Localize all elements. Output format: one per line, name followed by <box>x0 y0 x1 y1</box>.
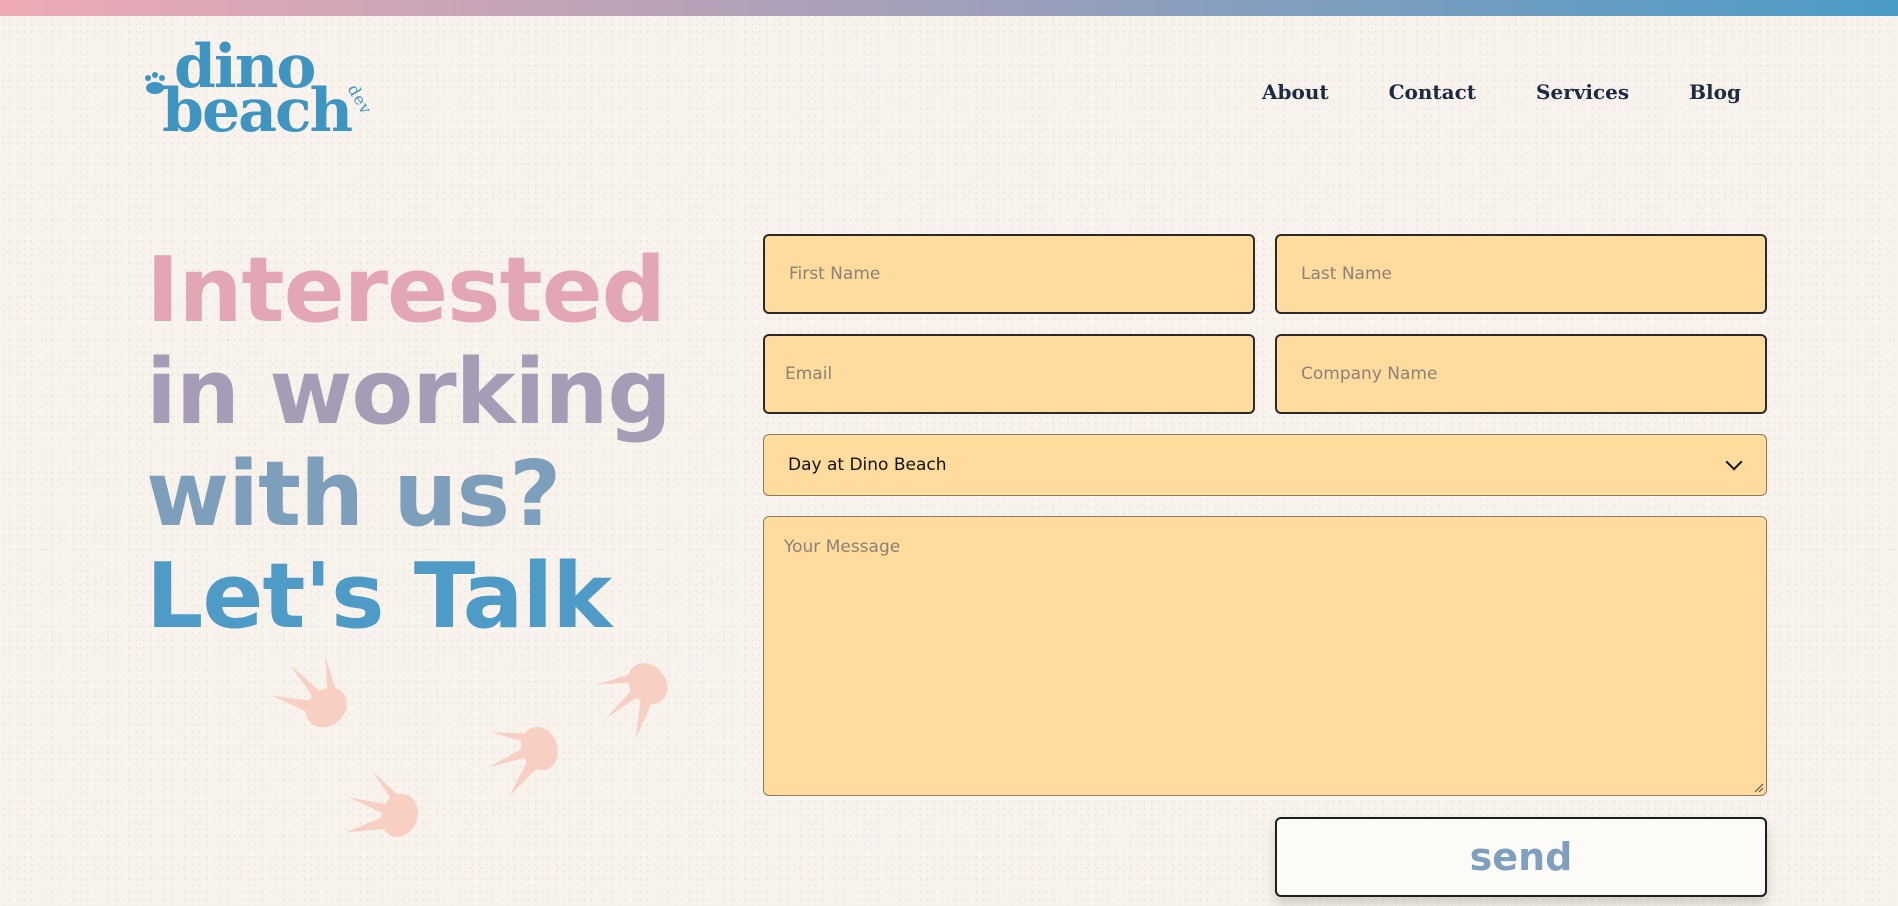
headline-line-1: Interested <box>146 238 666 343</box>
nav-about[interactable]: About <box>1262 80 1329 104</box>
headline-line-4: Let's Talk <box>146 544 612 649</box>
main-nav: About Contact Services Blog <box>1262 80 1741 104</box>
last-name-input[interactable]: Last Name <box>1275 234 1767 314</box>
company-name-input[interactable]: Company Name <box>1275 334 1767 414</box>
service-select-value: Day at Dino Beach <box>788 455 947 475</box>
footprint-icon <box>346 771 418 837</box>
headline-line-3: with us? <box>146 442 561 547</box>
footprint-icon <box>488 727 558 796</box>
footprint-icon <box>596 663 668 738</box>
nav-blog[interactable]: Blog <box>1689 80 1741 104</box>
top-gradient-bar <box>0 0 1898 16</box>
hero-headline: Interested in working with us? Let's Tal… <box>146 240 706 648</box>
chevron-down-icon <box>1725 453 1743 471</box>
send-button[interactable]: send <box>1275 817 1767 897</box>
logo[interactable]: dino beach dev <box>142 32 376 148</box>
first-name-input[interactable]: First Name <box>763 234 1255 314</box>
nav-services[interactable]: Services <box>1536 80 1629 104</box>
nav-contact[interactable]: Contact <box>1389 80 1476 104</box>
dino-footprints-decoration <box>272 656 668 837</box>
headline-line-2: in working <box>146 340 672 445</box>
logo-text-beach: beach <box>162 76 353 146</box>
resize-handle-icon[interactable] <box>1752 781 1764 793</box>
message-placeholder: Your Message <box>784 537 901 557</box>
message-textarea[interactable]: Your Message <box>763 516 1767 796</box>
service-select[interactable]: Day at Dino Beach <box>763 434 1767 496</box>
email-input[interactable]: Email <box>763 334 1255 414</box>
footprint-icon <box>272 656 347 728</box>
